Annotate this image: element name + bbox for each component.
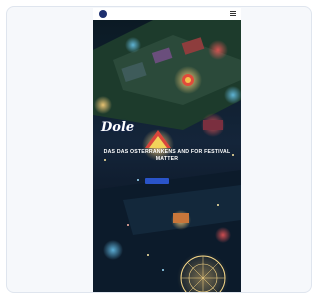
brand-logo: Dole [101,120,135,135]
hero-cta-button[interactable] [145,178,169,184]
hero-headline: DAS DAS OSTERRANKENS AND FOR FESTIVAL MA… [103,149,231,162]
site-header [93,8,241,20]
preview-card: Dole DAS DAS OSTERRANKENS AND FOR FESTIV… [6,6,312,293]
hamburger-menu-icon[interactable] [230,11,236,17]
mobile-page-preview[interactable]: Dole DAS DAS OSTERRANKENS AND FOR FESTIV… [93,8,241,292]
site-logo[interactable] [99,10,107,18]
